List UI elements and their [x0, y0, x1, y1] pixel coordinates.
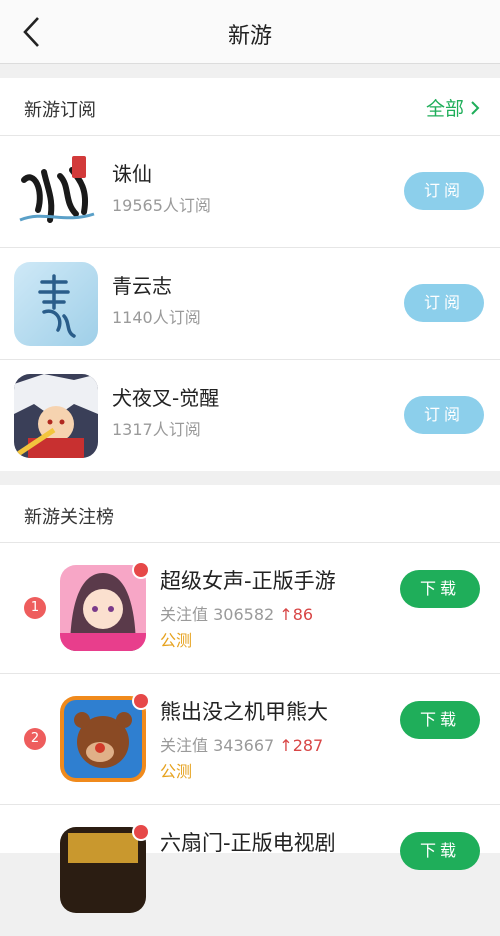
rank-badge: 2 [24, 728, 46, 750]
game-name: 犬夜叉-觉醒 [112, 386, 220, 410]
section-title: 新游订阅 [24, 100, 96, 121]
follow-label: 关注值 [160, 736, 209, 755]
gift-badge-icon [132, 692, 150, 710]
follow-stat: 关注值 306582 ↑86 [160, 601, 313, 625]
game-icon-zhuxian [14, 150, 98, 234]
top-bar: 新游 [0, 0, 500, 64]
table-row[interactable]: 2 熊出没之机甲熊大 关注值 343667 ↑287 公测 下载 [0, 674, 500, 805]
game-name: 熊出没之机甲熊大 [160, 700, 328, 724]
follow-value: 306582 [213, 605, 275, 624]
table-row[interactable]: 六扇门-正版电视剧 下载 [0, 805, 500, 936]
follow-stat: 关注值 343667 ↑287 [160, 732, 323, 756]
view-all-label: 全部 [425, 98, 464, 120]
section-header: 新游关注榜 [0, 485, 500, 543]
new-game-ranking-section: 新游关注榜 1 超级女声-正版手游 关注值 306582 ↑86 公测 下载 2 [0, 485, 500, 913]
up-arrow-icon: ↑ [279, 736, 293, 755]
list-item[interactable]: 青云志 1140人订阅 订阅 [0, 248, 500, 360]
game-icon-qingyunzhi [14, 262, 98, 346]
follow-value: 343667 [213, 736, 275, 755]
subscriber-count: 1317人订阅 [112, 420, 201, 439]
page-title: 新游 [227, 24, 272, 49]
rank-badge: 1 [24, 597, 46, 619]
game-name: 诛仙 [112, 162, 152, 186]
game-name: 青云志 [112, 274, 172, 298]
download-button[interactable]: 下载 [400, 570, 480, 608]
follow-label: 关注值 [160, 605, 209, 624]
game-name: 超级女声-正版手游 [160, 569, 336, 593]
subscribe-button[interactable]: 订阅 [404, 284, 484, 322]
section-title: 新游关注榜 [24, 507, 114, 528]
download-button[interactable]: 下载 [400, 832, 480, 870]
subscriber-count: 19565人订阅 [112, 196, 211, 215]
up-arrow-icon: ↑ [279, 605, 293, 624]
game-icon-liushanmen [60, 827, 146, 913]
new-game-subscribe-section: 新游订阅 全部 诛仙 19565人订阅 订阅 青云志 1140人订阅 订阅 犬夜… [0, 78, 500, 471]
subscribe-button[interactable]: 订阅 [404, 396, 484, 434]
game-icon-inuyasha [14, 374, 98, 458]
table-row[interactable]: 1 超级女声-正版手游 关注值 306582 ↑86 公测 下载 [0, 543, 500, 674]
follow-change: 287 [292, 736, 324, 755]
follow-change: 86 [292, 605, 314, 624]
gift-badge-icon [132, 561, 150, 579]
subscribe-button[interactable]: 订阅 [404, 172, 484, 210]
game-icon-super-girl [60, 565, 146, 651]
download-button[interactable]: 下载 [400, 701, 480, 739]
chevron-right-icon [471, 100, 480, 115]
list-item[interactable]: 诛仙 19565人订阅 订阅 [0, 136, 500, 248]
section-header: 新游订阅 全部 [0, 78, 500, 136]
list-item[interactable]: 犬夜叉-觉醒 1317人订阅 订阅 [0, 360, 500, 472]
gift-badge-icon [132, 823, 150, 841]
subscriber-count: 1140人订阅 [112, 308, 201, 327]
game-icon-boonie-bears [60, 696, 146, 782]
status-tag: 公测 [160, 762, 193, 781]
view-all-link[interactable]: 全部 [426, 94, 480, 121]
status-tag: 公测 [160, 631, 193, 650]
